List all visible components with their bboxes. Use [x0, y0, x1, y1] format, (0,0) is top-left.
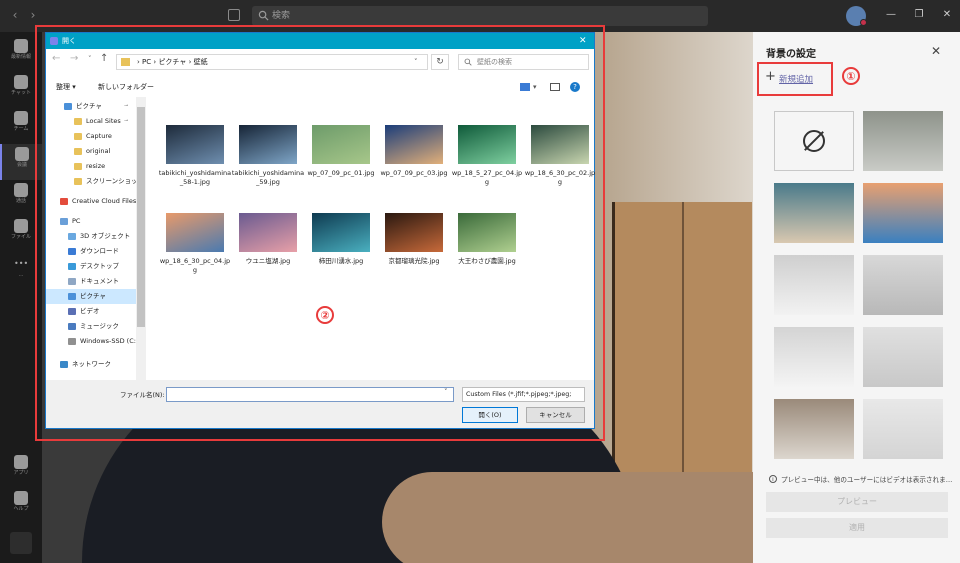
phone-icon [14, 183, 28, 197]
status-dot [860, 19, 867, 26]
forward-arrow-icon[interactable]: › [26, 8, 40, 22]
background-option-white-room-4[interactable] [863, 327, 943, 387]
bell-icon [14, 39, 28, 53]
panel-title: 背景の設定 [766, 49, 816, 60]
teams-icon [14, 111, 28, 125]
chat-icon [14, 75, 28, 89]
person-arm [382, 472, 753, 563]
rail-item-help[interactable]: ヘルプ [0, 488, 42, 524]
search-icon [258, 10, 269, 21]
file-icon [14, 219, 28, 233]
preview-note: プレビュー中は、他のユーザーにはビデオは表示されま… [781, 476, 953, 484]
background-option-office-blue[interactable] [774, 183, 854, 243]
background-option-white-room-3[interactable] [774, 327, 854, 387]
background-option-loft[interactable] [774, 399, 854, 459]
compose-icon[interactable] [228, 9, 240, 21]
apply-button[interactable]: 適用 [766, 518, 948, 538]
background-option-white-room-2[interactable] [863, 255, 943, 315]
background-option-white-room-5[interactable] [863, 399, 943, 459]
minimize-icon[interactable]: — [884, 8, 898, 22]
rail-label: ヘルプ [13, 506, 29, 512]
background-settings-panel: 背景の設定 ✕ + 新規追加 i プレビュー中は、他のユーザーにはビデオは表示さ… [753, 32, 960, 563]
background-option-blur[interactable] [863, 111, 943, 171]
search-input[interactable]: 検索 [252, 6, 708, 26]
back-arrow-icon[interactable]: ‹ [8, 8, 22, 22]
background-option-none[interactable] [774, 111, 854, 171]
annotation-number-1: ① [842, 67, 860, 85]
calendar-icon [15, 147, 29, 161]
background-option-white-room-1[interactable] [774, 255, 854, 315]
close-icon[interactable]: ✕ [931, 44, 941, 58]
info-icon: i [769, 475, 777, 483]
preview-button[interactable]: プレビュー [766, 492, 948, 512]
background-option-beach[interactable] [863, 183, 943, 243]
annotation-box-dialog [35, 25, 605, 441]
phone-device-icon[interactable] [10, 532, 32, 554]
help-icon [14, 491, 28, 505]
annotation-number-2: ② [316, 306, 334, 324]
rail-item-apps[interactable]: アプリ [0, 452, 42, 488]
apps-icon [14, 455, 28, 469]
close-window-icon[interactable]: ✕ [940, 8, 954, 22]
maximize-icon[interactable]: ❐ [912, 8, 926, 22]
rail-label: アプリ [13, 470, 29, 476]
door-seam [682, 202, 684, 502]
annotation-box-add-new [757, 62, 833, 96]
more-icon: ••• [14, 259, 29, 268]
